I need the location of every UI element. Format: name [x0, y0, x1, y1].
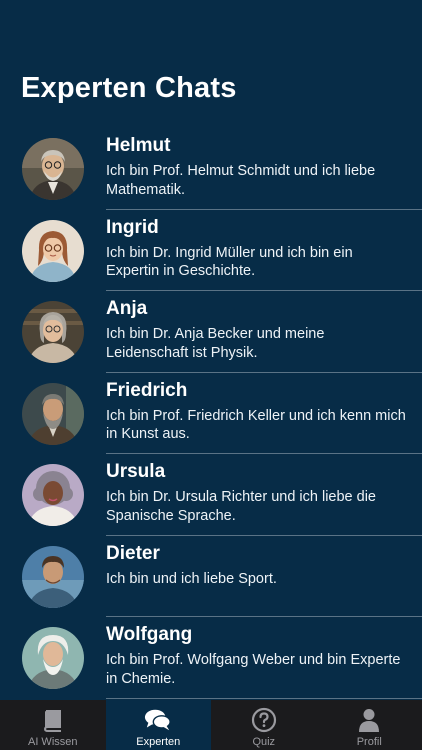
expert-name: Friedrich: [106, 379, 188, 401]
expert-name: Ursula: [106, 461, 166, 482]
expert-description: Ich bin und ich liebe Sport.: [106, 570, 277, 587]
avatar-ingrid: [22, 219, 84, 282]
expert-description: Ich bin Prof. Friedrich Keller und ich k…: [106, 407, 406, 443]
expert-description: Ich bin Prof. Helmut Schmidt und ich lie…: [106, 163, 376, 198]
chat-bubbles-icon: [144, 706, 172, 734]
avatar-wolfgang: [22, 627, 84, 689]
tab-experten[interactable]: Experten: [105, 700, 211, 750]
avatar-anja: [22, 301, 84, 363]
expert-row-anja[interactable]: Anja Ich bin Dr. Anja Becker und meine L…: [0, 291, 422, 373]
avatar-ursula: [22, 464, 84, 526]
tab-label: Quiz: [252, 736, 276, 748]
tab-label: Experten: [136, 736, 181, 748]
expert-row-friedrich[interactable]: Friedrich Ich bin Prof. Friedrich Keller…: [0, 373, 422, 454]
book-icon: [39, 706, 67, 734]
page-title: Experten Chats: [21, 72, 237, 104]
expert-row-wolfgang[interactable]: Wolfgang Ich bin Prof. Wolfgang Weber un…: [0, 617, 422, 699]
expert-row-ursula[interactable]: Ursula Ich bin Dr. Ursula Richter und ic…: [0, 454, 422, 536]
expert-name: Helmut: [106, 135, 171, 156]
expert-description: Ich bin Dr. Anja Becker und meine Leiden…: [106, 326, 325, 361]
question-circle-icon: [250, 706, 278, 734]
tab-bar: AI Wissen Experten Quiz Profil: [0, 700, 422, 750]
expert-row-helmut[interactable]: Helmut Ich bin Prof. Helmut Schmidt und …: [0, 128, 422, 210]
tab-ai-wissen[interactable]: AI Wissen: [0, 700, 106, 750]
row-separator: [106, 697, 422, 699]
avatar-helmut: [22, 138, 84, 200]
expert-name: Ingrid: [106, 216, 159, 238]
tab-profil[interactable]: Profil: [317, 700, 422, 750]
expert-description: Ich bin Prof. Wolfgang Weber und bin Exp…: [106, 652, 401, 687]
expert-description: Ich bin Dr. Ingrid Müller und ich bin ei…: [106, 244, 353, 280]
expert-description: Ich bin Dr. Ursula Richter und ich liebe…: [106, 489, 376, 524]
expert-row-ingrid[interactable]: Ingrid Ich bin Dr. Ingrid Müller und ich…: [0, 210, 422, 291]
tab-quiz[interactable]: Quiz: [211, 700, 317, 750]
avatar-friedrich: [22, 382, 84, 445]
expert-name: Wolfgang: [106, 624, 193, 645]
expert-name: Anja: [106, 298, 148, 319]
expert-row-dieter[interactable]: Dieter Ich bin und ich liebe Sport.: [0, 536, 422, 617]
tab-label: AI Wissen: [27, 736, 78, 748]
expert-name: Dieter: [106, 542, 160, 564]
person-icon: [355, 706, 383, 734]
expert-list: Helmut Ich bin Prof. Helmut Schmidt und …: [0, 128, 422, 699]
tab-label: Profil: [356, 736, 382, 748]
avatar-dieter: [22, 545, 84, 608]
